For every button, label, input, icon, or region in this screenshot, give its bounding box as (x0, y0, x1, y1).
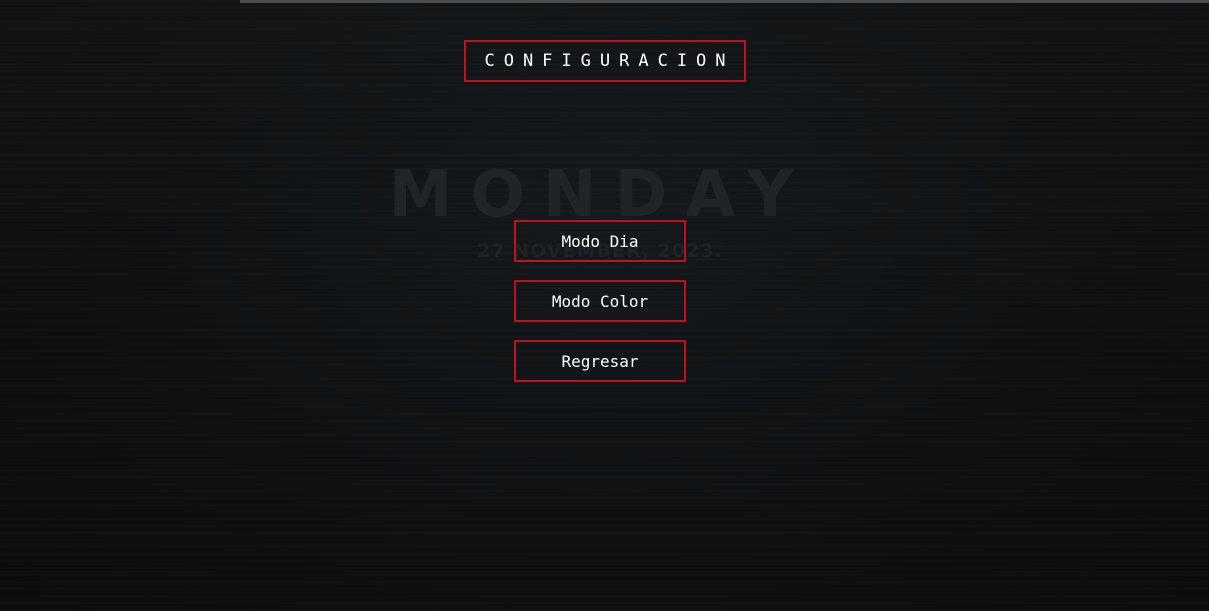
page-title-box: CONFIGURACION (464, 40, 746, 82)
modo-dia-button[interactable]: Modo Dia (514, 220, 686, 262)
regresar-button[interactable]: Regresar (514, 340, 686, 382)
modo-color-button[interactable]: Modo Color (514, 280, 686, 322)
top-window-edge (240, 0, 1209, 3)
page-title: CONFIGURACION (484, 51, 735, 71)
